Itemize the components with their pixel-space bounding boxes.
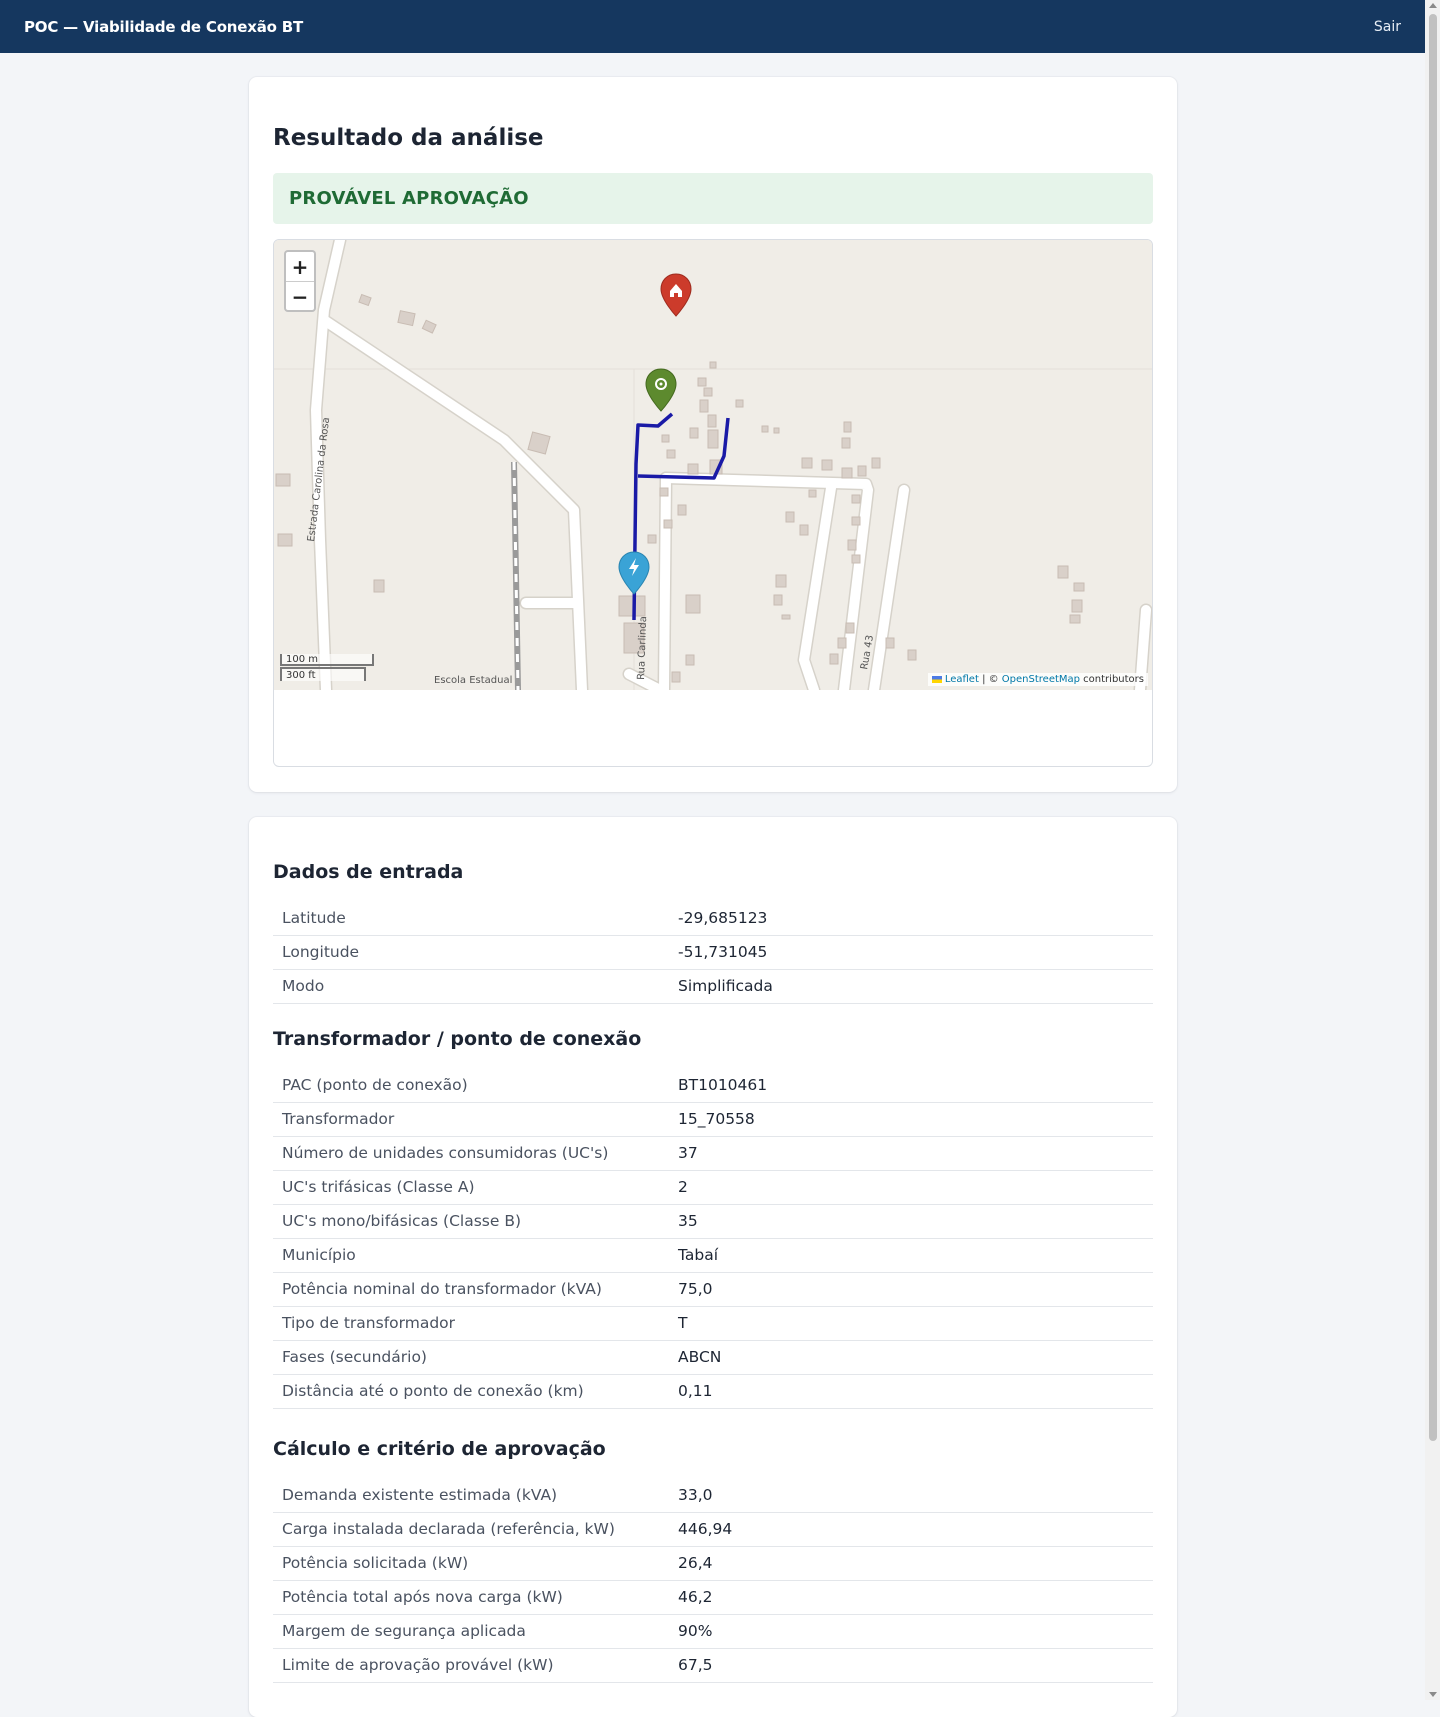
row-label: Potência total após nova carga (kW) (273, 1580, 669, 1615)
row-value: 2 (669, 1170, 1153, 1205)
page-scrollbar[interactable] (1425, 0, 1440, 1700)
app-title: POC — Viabilidade de Conexão BT (24, 17, 304, 36)
row-label: Potência nominal do transformador (kVA) (273, 1272, 669, 1307)
row-value: 46,2 (669, 1580, 1153, 1615)
row-value: 33,0 (669, 1478, 1153, 1513)
row-value: -51,731045 (669, 935, 1153, 970)
transformer-table: PAC (ponto de conexão) BT1010461 Transform… (273, 1068, 1153, 1409)
row-label: UC's mono/bifásicas (Classe B) (273, 1204, 669, 1239)
table-row: Demanda existente estimada (kVA) 33,0 (273, 1478, 1153, 1513)
scrollbar-thumb[interactable] (1429, 14, 1437, 1441)
row-label: Fases (secundário) (273, 1340, 669, 1375)
map-scale: 100 m 300 ft (280, 654, 374, 681)
row-value: BT1010461 (669, 1068, 1153, 1103)
table-row: Margem de segurança aplicada 90% (273, 1614, 1153, 1649)
row-value: 37 (669, 1136, 1153, 1171)
row-label: Demanda existente estimada (kVA) (273, 1478, 669, 1513)
row-label: Carga instalada declarada (referência, k… (273, 1512, 669, 1547)
table-row: Potência total após nova carga (kW) 46,2 (273, 1580, 1153, 1615)
school-label: Escola Estadual (434, 675, 512, 686)
row-value: -29,685123 (669, 901, 1153, 936)
scale-metric: 100 m (280, 654, 374, 666)
row-value: Simplificada (669, 969, 1153, 1004)
scroll-up-arrow[interactable] (1429, 3, 1437, 8)
table-row: Limite de aprovação provável (kW) 67,5 (273, 1648, 1153, 1683)
leaflet-link[interactable]: Leaflet (945, 674, 979, 685)
row-label: Transformador (273, 1102, 669, 1137)
top-navbar: POC — Viabilidade de Conexão BT Sair (0, 0, 1425, 53)
result-title: Resultado da análise (273, 125, 544, 151)
table-row: Carga instalada declarada (referência, k… (273, 1512, 1153, 1547)
row-value: 446,94 (669, 1512, 1153, 1547)
table-row: Distância até o ponto de conexão (km) 0,1… (273, 1374, 1153, 1409)
row-label: UC's trifásicas (Classe A) (273, 1170, 669, 1205)
table-row: Fases (secundário) ABCN (273, 1340, 1153, 1375)
table-row: Potência solicitada (kW) 26,4 (273, 1546, 1153, 1581)
row-label: Município (273, 1238, 669, 1273)
row-value: ABCN (669, 1340, 1153, 1375)
row-label: Potência solicitada (kW) (273, 1546, 669, 1581)
table-row: PAC (ponto de conexão) BT1010461 (273, 1068, 1153, 1103)
map-container: Estrada Carolina da Rosa Rua Carlinda Ru… (273, 239, 1153, 767)
zoom-out-button[interactable]: − (286, 282, 314, 311)
map-attribution: Leaflet | © OpenStreetMap contributors (927, 673, 1148, 686)
table-row: Potência nominal do transformador (kVA) 7… (273, 1272, 1153, 1307)
scroll-down-arrow[interactable] (1429, 1692, 1437, 1697)
details-card: Dados de entrada Latitude -29,685123 Longi… (249, 817, 1177, 1717)
table-row: Número de unidades consumidoras (UC's) 37 (273, 1136, 1153, 1171)
table-row: Tipo de transformador T (273, 1306, 1153, 1341)
logout-link[interactable]: Sair (1374, 19, 1401, 35)
table-row: Longitude -51,731045 (273, 935, 1153, 970)
table-row: UC's trifásicas (Classe A) 2 (273, 1170, 1153, 1205)
zoom-in-button[interactable]: + (286, 252, 314, 282)
osm-link[interactable]: OpenStreetMap (1002, 674, 1080, 685)
row-value: 67,5 (669, 1648, 1153, 1683)
row-value: Tabaí (669, 1238, 1153, 1273)
row-label: Limite de aprovação provável (kW) (273, 1648, 669, 1683)
row-value: T (669, 1306, 1153, 1341)
row-value: 75,0 (669, 1272, 1153, 1307)
result-card: Resultado da análise PROVÁVEL APROVAÇÃO (249, 77, 1177, 792)
status-text: PROVÁVEL APROVAÇÃO (289, 188, 529, 209)
table-row: Município Tabaí (273, 1238, 1153, 1273)
row-label: Número de unidades consumidoras (UC's) (273, 1136, 669, 1171)
row-label: Margem de segurança aplicada (273, 1614, 669, 1649)
row-value: 0,11 (669, 1374, 1153, 1409)
row-value: 15_70558 (669, 1102, 1153, 1137)
attribution-tail: contributors (1080, 674, 1144, 685)
map-canvas[interactable]: Estrada Carolina da Rosa Rua Carlinda Ru… (274, 240, 1152, 697)
road-label-carlinda: Rua Carlinda (636, 616, 649, 680)
row-value: 90% (669, 1614, 1153, 1649)
scale-imperial: 300 ft (280, 667, 366, 681)
table-row: Modo Simplificada (273, 969, 1153, 1004)
row-value: 26,4 (669, 1546, 1153, 1581)
attribution-separator: | © (978, 674, 1002, 685)
table-row: Latitude -29,685123 (273, 901, 1153, 936)
table-row: UC's mono/bifásicas (Classe B) 35 (273, 1204, 1153, 1239)
inputs-table: Latitude -29,685123 Longitude -51,731045 Mod… (273, 901, 1153, 1004)
inputs-section-title: Dados de entrada (273, 861, 464, 883)
map-tiles: Estrada Carolina da Rosa Rua Carlinda Ru… (274, 240, 1152, 697)
row-label: Distância até o ponto de conexão (km) (273, 1374, 669, 1409)
row-label: Longitude (273, 935, 669, 970)
zoom-control: + − (284, 250, 316, 312)
table-row: Transformador 15_70558 (273, 1102, 1153, 1137)
status-banner: PROVÁVEL APROVAÇÃO (273, 173, 1153, 224)
row-label: Latitude (273, 901, 669, 936)
transformer-section-title: Transformador / ponto de conexão (273, 1028, 642, 1050)
row-label: PAC (ponto de conexão) (273, 1068, 669, 1103)
calculation-table: Demanda existente estimada (kVA) 33,0 Carg… (273, 1478, 1153, 1683)
calculation-section-title: Cálculo e critério de aprovação (273, 1438, 606, 1460)
row-label: Tipo de transformador (273, 1306, 669, 1341)
ukraine-flag-icon (931, 675, 942, 683)
row-value: 35 (669, 1204, 1153, 1239)
row-label: Modo (273, 969, 669, 1004)
